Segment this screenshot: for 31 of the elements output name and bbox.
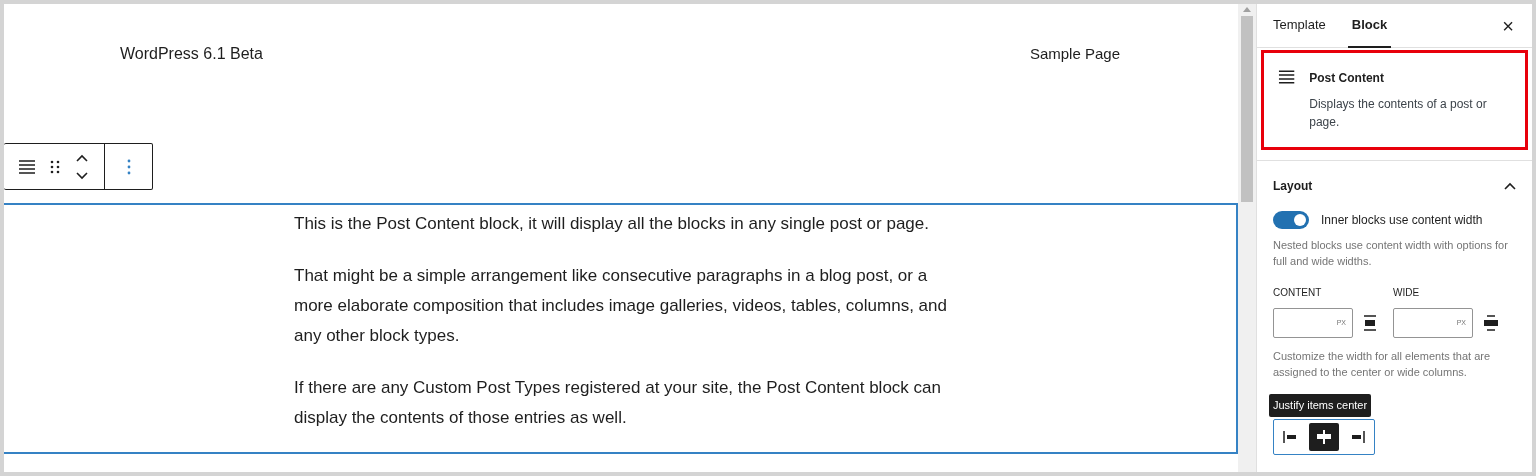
toggle-switch[interactable] <box>1273 211 1309 229</box>
block-type-button[interactable] <box>18 158 36 175</box>
move-up-down-icon[interactable] <box>74 152 90 181</box>
field-label: CONTENT <box>1273 286 1323 300</box>
block-description: Displays the contents of a post or page. <box>1309 96 1488 131</box>
block-title: Post Content <box>1309 70 1385 87</box>
justify-center-icon <box>1314 428 1334 445</box>
nav-link[interactable]: Sample Page <box>1029 42 1120 66</box>
paragraph: If there are any Custom Post Types registered at your site, the Post Content block can display the contents of those entries as well. <box>294 377 942 429</box>
scrollbar[interactable] <box>1238 4 1256 472</box>
tooltip: Justify items center <box>1269 394 1372 417</box>
paragraph: This is the Post Content block, it will display all the blocks in any single post or page. <box>294 213 930 235</box>
layout-panel-toggle[interactable]: Layout <box>1273 161 1516 211</box>
more-options-icon[interactable] <box>126 158 131 175</box>
list-icon <box>18 158 36 175</box>
sidebar-tab[interactable]: Block <box>1347 3 1392 48</box>
content-width-icon[interactable] <box>1363 315 1377 331</box>
sidebar-tab[interactable]: Template <box>1269 3 1330 48</box>
wide-width-icon[interactable] <box>1483 315 1499 331</box>
close-button[interactable]: × <box>1502 15 1520 36</box>
field-label: WIDE <box>1393 286 1421 300</box>
drag-handle-icon[interactable] <box>50 159 60 174</box>
help-text: Nested blocks use content width with options for full and wide widths. <box>1273 238 1509 269</box>
post-content-block[interactable] <box>4 203 1238 454</box>
site-title[interactable]: WordPress 6.1 Beta <box>120 42 263 66</box>
block-icon <box>1278 69 1296 85</box>
paragraph: That might be a simple arrangement like consecutive paragraphs in a blog post, or a more elaborate composition that includes image galleries, videos, tables, columns, and any other block types. <box>294 265 948 347</box>
justify-button[interactable] <box>1309 422 1339 451</box>
chevron-icon <box>1504 182 1516 190</box>
toggle-label: Inner blocks use content width <box>1321 212 1483 229</box>
help-text: Customize the width for all elements that are assigned to the center or wide columns. <box>1273 349 1492 380</box>
